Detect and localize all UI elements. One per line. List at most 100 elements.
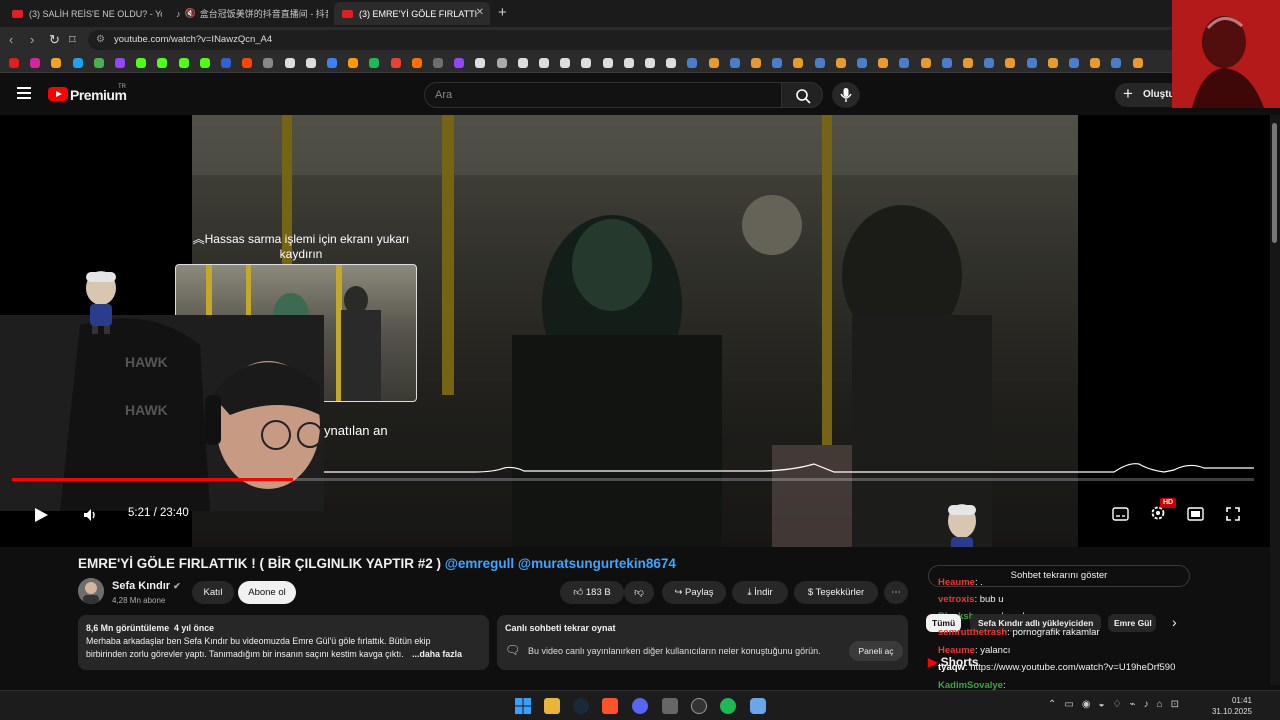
thanks-button[interactable]: $ Teşekkürler xyxy=(794,581,878,604)
site-settings-icon[interactable]: ⚙ xyxy=(96,30,105,50)
bookmark-favicon-icon[interactable] xyxy=(369,58,380,68)
bookmark-favicon-icon[interactable] xyxy=(178,58,189,68)
back-icon[interactable]: ‹ xyxy=(9,32,13,47)
settings-button[interactable] xyxy=(1150,505,1166,526)
channel-name[interactable]: Sefa Kındır ✔ xyxy=(112,580,181,592)
search-button[interactable] xyxy=(781,82,823,108)
close-tab-icon[interactable]: ✕ xyxy=(476,7,484,18)
show-more-link[interactable]: ...daha fazla xyxy=(412,649,462,659)
bookmark-favicon-icon[interactable] xyxy=(93,58,104,68)
bookmark-favicon-icon[interactable] xyxy=(814,58,825,68)
brave-browser-icon[interactable] xyxy=(602,698,618,714)
bookmark-favicon-icon[interactable] xyxy=(221,58,231,68)
bookmark-favicon-icon[interactable] xyxy=(284,58,295,68)
share-button[interactable]: ↪ Paylaş xyxy=(662,581,726,604)
bookmark-favicon-icon[interactable] xyxy=(1132,58,1143,68)
bookmark-favicon-icon[interactable] xyxy=(645,58,655,68)
like-button[interactable]: 👍︎ 183 B xyxy=(560,581,624,604)
bookmark-favicon-icon[interactable] xyxy=(920,58,931,68)
spotify-icon[interactable] xyxy=(720,698,736,714)
bookmark-favicon-icon[interactable] xyxy=(30,58,41,68)
bookmark-favicon-icon[interactable] xyxy=(136,58,147,68)
channel-avatar[interactable] xyxy=(78,578,104,604)
bookmark-favicon-icon[interactable] xyxy=(199,58,210,68)
bookmark-favicon-icon[interactable] xyxy=(1069,58,1079,68)
subscribe-button[interactable]: Abone ol xyxy=(238,581,296,604)
new-tab-button[interactable]: + xyxy=(498,4,507,21)
bookmark-favicon-icon[interactable] xyxy=(305,58,316,68)
bookmark-favicon-icon[interactable] xyxy=(751,58,761,68)
bookmark-favicon-icon[interactable] xyxy=(517,58,528,68)
taskbar-clock[interactable]: 01:41 31.10.2025 xyxy=(1206,695,1252,717)
bookmark-favicon-icon[interactable] xyxy=(623,58,634,68)
video-player[interactable]: ︽Hassas sarma işlemi için ekranı yukarı … xyxy=(0,115,1270,547)
bookmark-favicon-icon[interactable] xyxy=(327,58,337,68)
bookmark-favicon-icon[interactable] xyxy=(708,58,719,68)
bookmark-favicon-icon[interactable] xyxy=(348,58,359,68)
bookmark-favicon-icon[interactable] xyxy=(581,58,592,68)
bookmark-favicon-icon[interactable] xyxy=(1005,58,1016,68)
bookmark-favicon-icon[interactable] xyxy=(157,58,168,68)
title-mentions-link[interactable]: @emregull @muratsungurtekin8674 xyxy=(445,556,676,571)
bookmark-favicon-icon[interactable] xyxy=(602,58,613,68)
bookmark-favicon-icon[interactable] xyxy=(835,58,846,68)
volume-button[interactable] xyxy=(82,507,98,528)
voice-search-button[interactable] xyxy=(832,82,860,108)
bookmark-favicon-icon[interactable] xyxy=(963,58,973,68)
captions-button[interactable] xyxy=(1112,507,1129,526)
youtube-logo-icon[interactable] xyxy=(48,87,68,101)
bookmark-favicon-icon[interactable] xyxy=(242,58,253,68)
bookmark-favicon-icon[interactable] xyxy=(729,58,740,68)
browser-tab[interactable]: (3) SALİH REİS'E NE OLDU? - YouTube xyxy=(4,2,162,25)
network-app-icon[interactable] xyxy=(750,698,766,714)
bookmark-favicon-icon[interactable] xyxy=(941,58,952,68)
bookmark-favicon-icon[interactable] xyxy=(390,58,401,68)
reload-icon[interactable]: ↻ xyxy=(49,32,60,48)
bookmark-favicon-icon[interactable] xyxy=(496,58,507,68)
theater-mode-button[interactable] xyxy=(1187,507,1204,526)
search-input[interactable]: Ara xyxy=(424,82,782,108)
download-button[interactable]: ⤓ İndir xyxy=(732,581,788,604)
chip-other[interactable]: Emre Gül xyxy=(1108,614,1156,632)
bookmark-favicon-icon[interactable] xyxy=(899,58,910,68)
fullscreen-button[interactable] xyxy=(1226,507,1240,526)
steam-icon[interactable] xyxy=(573,698,589,714)
page-scrollbar[interactable] xyxy=(1270,115,1280,685)
bookmark-favicon-icon[interactable] xyxy=(51,58,62,68)
browser-tab-active[interactable]: (3) EMRE'Yİ GÖLE FIRLATTIK ! ( B ✕ xyxy=(334,2,490,25)
bookmark-favicon-icon[interactable] xyxy=(772,58,783,68)
bookmark-favicon-icon[interactable] xyxy=(793,58,804,68)
discord-icon[interactable] xyxy=(632,698,648,714)
start-button-icon[interactable] xyxy=(515,698,531,714)
bookmark-favicon-icon[interactable] xyxy=(411,58,422,68)
bookmark-favicon-icon[interactable] xyxy=(72,58,83,68)
more-actions-button[interactable]: ⋯ xyxy=(884,581,908,604)
dislike-button[interactable]: 👎︎ xyxy=(624,581,654,604)
obs-icon[interactable] xyxy=(691,698,707,714)
browser-tab[interactable]: ♪ 🔇 盒台冠饭美饼的抖音直播间 - 抖音 xyxy=(168,2,328,25)
bookmark-favicon-icon[interactable] xyxy=(454,58,465,68)
bookmark-favicon-icon[interactable] xyxy=(1111,58,1122,68)
bookmark-favicon-icon[interactable] xyxy=(115,58,125,68)
bookmark-icon[interactable]: ⌑ xyxy=(69,32,76,48)
bookmark-favicon-icon[interactable] xyxy=(539,58,549,68)
bookmark-favicon-icon[interactable] xyxy=(433,58,443,68)
scrollbar-thumb[interactable] xyxy=(1272,123,1277,243)
play-button[interactable] xyxy=(32,506,50,529)
bookmark-favicon-icon[interactable] xyxy=(263,58,274,68)
app-icon[interactable] xyxy=(662,698,678,714)
bookmark-favicon-icon[interactable] xyxy=(984,58,995,68)
bookmark-favicon-icon[interactable] xyxy=(687,58,698,68)
bookmark-favicon-icon[interactable] xyxy=(560,58,571,68)
description-box[interactable]: 8,6 Mn görüntüleme 4 yıl önce Merhaba ar… xyxy=(78,615,489,670)
forward-icon[interactable]: › xyxy=(30,32,34,47)
bookmark-favicon-icon[interactable] xyxy=(9,58,19,68)
url-field[interactable]: ⚙ youtube.com/watch?v=INawzQcn_A4 xyxy=(88,30,1248,50)
bookmark-favicon-icon[interactable] xyxy=(666,58,677,68)
file-explorer-icon[interactable] xyxy=(544,698,560,714)
bookmark-favicon-icon[interactable] xyxy=(1047,58,1058,68)
bookmark-favicon-icon[interactable] xyxy=(1090,58,1101,68)
bookmark-favicon-icon[interactable] xyxy=(475,58,486,68)
hamburger-menu-icon[interactable] xyxy=(17,87,31,99)
chevron-right-icon[interactable]: › xyxy=(1172,614,1177,630)
